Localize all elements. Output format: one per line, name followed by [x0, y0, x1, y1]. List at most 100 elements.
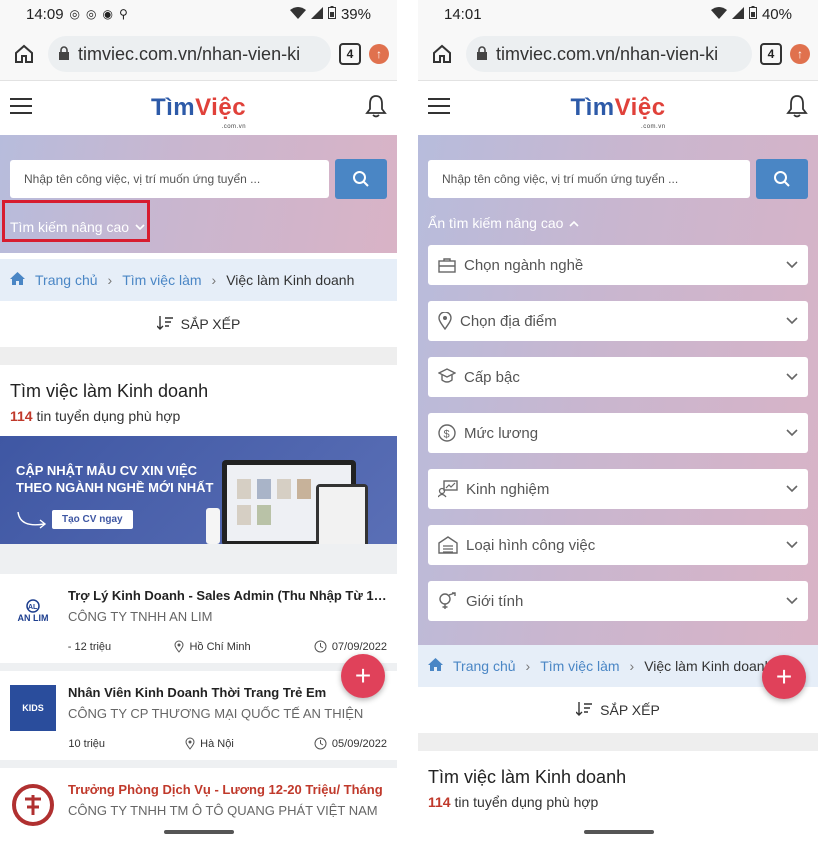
- gender-select[interactable]: Giới tính: [428, 581, 808, 621]
- status-bar: 14:09 ◎ ◎ ◉ ⚲ 39%: [0, 0, 397, 28]
- site-header: TìmViệc .com.vn: [0, 81, 397, 135]
- tab-switcher-button[interactable]: 4: [339, 43, 361, 65]
- hamburger-menu-icon[interactable]: [428, 97, 450, 120]
- tab-switcher-button[interactable]: 4: [760, 43, 782, 65]
- battery-level: 39%: [340, 5, 371, 23]
- breadcrumb-current: Việc làm Kinh doanh: [644, 658, 773, 674]
- job-meta: $7 triệu - 10 triệu Hà Nội 05/09/2022: [68, 737, 387, 750]
- job-card[interactable]: AL AN LIM Trợ Lý Kinh Doanh - Sales Admi…: [0, 574, 397, 663]
- sort-button[interactable]: SẮP XẾP: [418, 687, 818, 733]
- company-name: CÔNG TY CP THƯƠNG MẠI QUỐC TẾ AN THIỆN: [68, 706, 364, 721]
- annotation-highlight-box: [2, 200, 150, 242]
- address-bar[interactable]: timviec.com.vn/nhan-vien-ki: [466, 36, 752, 72]
- breadcrumb-jobs[interactable]: Tìm việc làm: [122, 272, 201, 288]
- url-text: timviec.com.vn/nhan-vien-ki: [496, 43, 719, 64]
- breadcrumb: Trang chủ › Tìm việc làm › Việc làm Kinh…: [418, 645, 818, 687]
- chevron-down-icon: [786, 485, 798, 493]
- divider: [418, 733, 818, 751]
- add-fab-button[interactable]: +: [341, 654, 385, 698]
- chevron-right-icon: ›: [525, 658, 531, 674]
- sort-icon: [575, 701, 593, 719]
- chevron-down-icon: [786, 317, 798, 325]
- battery-level: 40%: [761, 5, 792, 23]
- map-pin-icon: [438, 312, 452, 330]
- job-card[interactable]: Trưởng Phòng Dịch Vụ - Lương 12-20 Triệu…: [0, 760, 397, 838]
- job-meta: $10 triệu - 12 triệu Hồ Chí Minh 07/09/2…: [68, 640, 387, 653]
- search-icon: [353, 171, 369, 187]
- breadcrumb-jobs[interactable]: Tìm việc làm: [540, 658, 619, 674]
- hamburger-menu-icon[interactable]: [10, 97, 32, 120]
- cv-promo-banner[interactable]: CẬP NHẬT MẪU CV XIN VIỆC THEO NGÀNH NGHỀ…: [0, 436, 397, 544]
- home-breadcrumb-icon[interactable]: [10, 272, 25, 288]
- search-input[interactable]: Nhập tên công việc, vị trí muốn ứng tuyể…: [10, 160, 329, 198]
- industry-select[interactable]: Chọn ngành nghề: [428, 245, 808, 285]
- search-button[interactable]: [756, 159, 808, 199]
- warehouse-icon: [438, 536, 458, 554]
- status-time: 14:09: [26, 5, 64, 23]
- home-icon[interactable]: [426, 38, 458, 70]
- site-logo[interactable]: TìmViệc .com.vn: [151, 94, 246, 130]
- experience-icon: [438, 480, 458, 498]
- job-type-select[interactable]: Loại hình công việc: [428, 525, 808, 565]
- update-icon[interactable]: ↑: [369, 44, 389, 64]
- wifi-icon: [710, 6, 727, 23]
- sort-icon: [156, 315, 173, 333]
- home-breadcrumb-icon[interactable]: [428, 658, 443, 674]
- spacer: [0, 544, 397, 574]
- messenger-icon-2: ◎: [86, 7, 97, 21]
- location-select[interactable]: Chọn địa điểm: [428, 301, 808, 341]
- search-button[interactable]: [335, 159, 387, 199]
- job-title[interactable]: Trưởng Phòng Dịch Vụ - Lương 12-20 Triệu…: [68, 782, 387, 797]
- advanced-filters: Chọn ngành nghề Chọn địa điểm Cấp bậc $ …: [428, 245, 808, 645]
- graduate-icon: [438, 368, 456, 383]
- chevron-right-icon: ›: [107, 272, 113, 288]
- job-card[interactable]: KIDS Nhân Viên Kinh Doanh Thời Trang Trẻ…: [0, 663, 397, 760]
- chevron-right-icon: ›: [211, 272, 217, 288]
- clock-icon: [314, 640, 327, 653]
- sort-button[interactable]: SẮP XẾP: [0, 301, 397, 347]
- job-title[interactable]: Nhân Viên Kinh Doanh Thời Trang Trẻ Em: [68, 685, 387, 700]
- search-input[interactable]: Nhập tên công việc, vị trí muốn ứng tuyể…: [428, 160, 750, 198]
- curved-arrow-icon: [17, 511, 47, 529]
- salary-select[interactable]: $ Mức lương: [428, 413, 808, 453]
- bell-icon[interactable]: [365, 94, 387, 123]
- svg-text:$: $: [444, 429, 450, 441]
- home-icon[interactable]: [8, 38, 40, 70]
- address-bar[interactable]: timviec.com.vn/nhan-vien-ki: [48, 36, 331, 72]
- job-title[interactable]: Trợ Lý Kinh Doanh - Sales Admin (Thu Nhậ…: [68, 588, 387, 603]
- messenger-icon: ◎: [69, 7, 81, 21]
- battery-icon: [327, 5, 336, 23]
- svg-text:AL: AL: [28, 604, 38, 611]
- gender-icon: [439, 592, 456, 609]
- browser-toolbar: timviec.com.vn/nhan-vien-ki 4 ↑: [418, 28, 818, 81]
- site-logo[interactable]: TìmViệc .com.vn: [570, 94, 665, 130]
- delivery-icon: ⚲: [119, 7, 128, 21]
- clock-icon: [314, 737, 327, 750]
- company-logo: [10, 782, 56, 828]
- url-text: timviec.com.vn/nhan-vien-ki: [78, 43, 301, 64]
- experience-select[interactable]: Kinh nghiệm: [428, 469, 808, 509]
- app-icon: ◉: [102, 7, 113, 21]
- vase-illustration: [206, 508, 220, 544]
- create-cv-button[interactable]: Tạo CV ngay: [52, 510, 133, 529]
- level-select[interactable]: Cấp bậc: [428, 357, 808, 397]
- breadcrumb-home[interactable]: Trang chủ: [35, 272, 98, 288]
- site-header: TìmViệc .com.vn: [418, 81, 818, 135]
- status-time: 14:01: [444, 5, 482, 23]
- add-fab-button[interactable]: +: [762, 655, 806, 699]
- breadcrumb-home[interactable]: Trang chủ: [453, 658, 516, 674]
- company-logo: AL AN LIM: [10, 588, 56, 634]
- banner-headline: CẬP NHẬT MẪU CV XIN VIỆC THEO NGÀNH NGHỀ…: [16, 463, 214, 495]
- status-bar: 14:01 40%: [418, 0, 818, 28]
- result-count: 114 tin tuyển dụng phù hợp: [428, 794, 599, 810]
- update-icon[interactable]: ↑: [790, 44, 810, 64]
- chevron-up-icon: [569, 220, 579, 227]
- list-title: Tìm việc làm Kinh doanh: [10, 381, 209, 401]
- signal-icon: [310, 6, 323, 23]
- divider: [0, 347, 397, 365]
- bell-icon[interactable]: [786, 94, 808, 123]
- list-header: Tìm việc làm Kinh doanh 114 tin tuyển dụ…: [418, 751, 818, 822]
- hide-advanced-search-toggle[interactable]: Ẩn tìm kiếm nâng cao: [428, 215, 579, 231]
- chevron-down-icon: [786, 373, 798, 381]
- battery-icon: [748, 5, 757, 23]
